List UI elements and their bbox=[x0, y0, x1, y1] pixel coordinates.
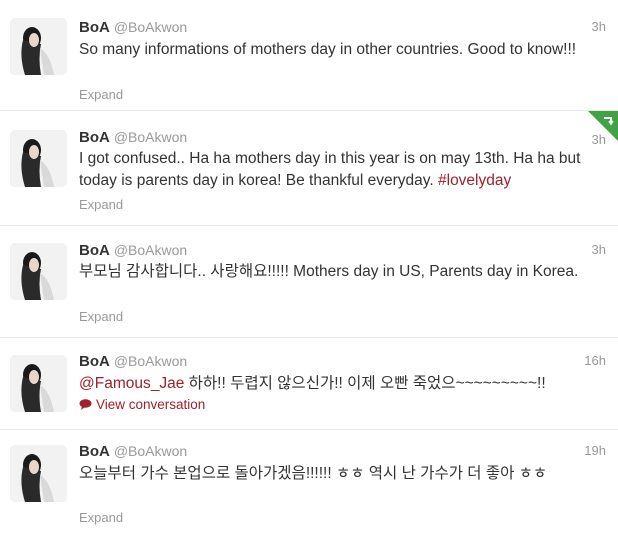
tweet-text: I got confused.. Ha ha mothers day in th… bbox=[79, 148, 606, 192]
expand-link[interactable]: Expand bbox=[79, 309, 123, 324]
tweet-header: BoA @BoAkwon 3h bbox=[79, 240, 606, 260]
author-name[interactable]: BoA bbox=[79, 19, 110, 36]
author-handle[interactable]: @BoAkwon bbox=[114, 353, 187, 369]
tweet-item[interactable]: BoA @BoAkwon 3h I got confused.. Ha ha mo… bbox=[0, 111, 618, 226]
tweet-timestamp[interactable]: 3h bbox=[592, 130, 606, 150]
avatar[interactable] bbox=[10, 243, 67, 300]
speech-bubble-icon bbox=[79, 399, 92, 410]
profile-photo-icon bbox=[10, 355, 67, 412]
avatar[interactable] bbox=[10, 18, 67, 75]
expand-link[interactable]: Expand bbox=[79, 510, 123, 525]
tweet-timestamp[interactable]: 19h bbox=[584, 441, 606, 461]
expand-link[interactable]: Expand bbox=[79, 87, 123, 102]
tweet-header: BoA @BoAkwon 19h bbox=[79, 441, 606, 461]
tweet-text: 오늘부터 가수 본업으로 돌아가겠음!!!!!! ㅎㅎ 역시 난 가수가 더 좋… bbox=[79, 465, 548, 482]
expand-link[interactable]: Expand bbox=[79, 197, 123, 212]
author-name[interactable]: BoA bbox=[79, 242, 110, 259]
tweet-timestamp[interactable]: 3h bbox=[592, 240, 606, 260]
author-handle[interactable]: @BoAkwon bbox=[114, 129, 187, 145]
tweet-header: BoA @BoAkwon 16h bbox=[79, 351, 606, 371]
tweet-text-body: 하하!! 두렵지 않으신가!! 이제 오빤 죽었으~~~~~~~~~!! bbox=[184, 375, 546, 392]
profile-photo-icon bbox=[10, 18, 67, 75]
tweet-timestamp[interactable]: 3h bbox=[592, 17, 606, 37]
view-conversation-label[interactable]: View conversation bbox=[96, 397, 205, 412]
tweet-item[interactable]: BoA @BoAkwon 3h 부모님 감사합니다.. 사랑해요!!!!! Mot… bbox=[0, 226, 618, 338]
tweet-text: @Famous_Jae 하하!! 두렵지 않으신가!! 이제 오빤 죽었으~~~… bbox=[79, 373, 606, 395]
author-handle[interactable]: @BoAkwon bbox=[114, 443, 187, 459]
tweet-item[interactable]: BoA @BoAkwon 19h 오늘부터 가수 본업으로 돌아가겠음!!!!!!… bbox=[0, 430, 618, 534]
tweet-text: So many informations of mothers day in o… bbox=[79, 41, 577, 58]
view-conversation-link[interactable]: View conversation bbox=[79, 397, 205, 412]
tweet-item[interactable]: BoA @BoAkwon 3h So many informations of m… bbox=[0, 0, 618, 111]
tweet-header: BoA @BoAkwon 3h bbox=[79, 17, 606, 37]
author-handle[interactable]: @BoAkwon bbox=[114, 19, 187, 35]
avatar[interactable] bbox=[10, 355, 67, 412]
mention-link[interactable]: @Famous_Jae bbox=[79, 375, 184, 392]
tweet-timestamp[interactable]: 16h bbox=[584, 351, 606, 371]
hashtag-link[interactable]: #lovelyday bbox=[438, 172, 511, 189]
avatar[interactable] bbox=[10, 130, 67, 187]
profile-photo-icon bbox=[10, 130, 67, 187]
tweet-timeline: BoA @BoAkwon 3h So many informations of m… bbox=[0, 0, 618, 534]
profile-photo-icon bbox=[10, 445, 67, 502]
author-name[interactable]: BoA bbox=[79, 443, 110, 460]
author-name[interactable]: BoA bbox=[79, 353, 110, 370]
tweet-item[interactable]: BoA @BoAkwon 16h @Famous_Jae 하하!! 두렵지 않으신… bbox=[0, 338, 618, 430]
author-name[interactable]: BoA bbox=[79, 129, 110, 146]
avatar[interactable] bbox=[10, 445, 67, 502]
tweet-header: BoA @BoAkwon 3h bbox=[79, 127, 606, 147]
profile-photo-icon bbox=[10, 243, 67, 300]
author-handle[interactable]: @BoAkwon bbox=[114, 242, 187, 258]
tweet-text: 부모님 감사합니다.. 사랑해요!!!!! Mothers day in US,… bbox=[79, 263, 579, 280]
